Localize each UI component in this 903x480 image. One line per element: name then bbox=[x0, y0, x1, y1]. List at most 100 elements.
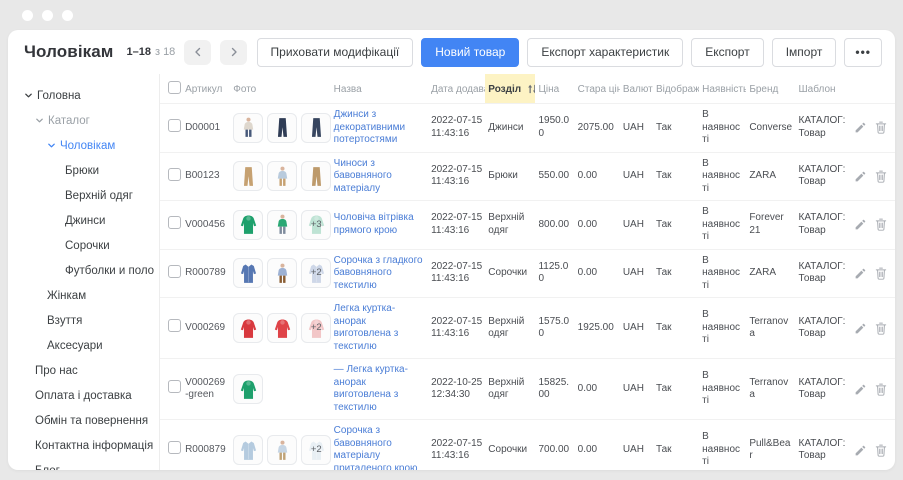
sidebar-item-label: Каталог bbox=[48, 115, 90, 127]
sidebar-item-жінкам[interactable]: Жінкам bbox=[8, 283, 159, 308]
sidebar-item-про-нас[interactable]: Про нас bbox=[8, 358, 159, 383]
column-header-Фото[interactable]: Фото bbox=[230, 74, 330, 104]
pagination-total: з 18 bbox=[155, 46, 175, 58]
sidebar-item-аксесуари[interactable]: Аксесуари bbox=[8, 333, 159, 358]
product-photo[interactable] bbox=[233, 258, 263, 288]
sidebar-item-головна[interactable]: Головна bbox=[8, 83, 159, 108]
hide-modifications-button[interactable]: Приховати модифікації bbox=[257, 38, 414, 67]
product-photo[interactable] bbox=[233, 210, 263, 240]
product-photo[interactable] bbox=[267, 161, 297, 191]
row-checkbox[interactable] bbox=[168, 380, 181, 393]
row-checkbox[interactable] bbox=[168, 216, 181, 229]
product-photo[interactable] bbox=[233, 435, 263, 465]
product-photo[interactable] bbox=[233, 374, 263, 404]
sidebar-item-верхній-одяг[interactable]: Верхній одяг bbox=[8, 183, 159, 208]
sidebar-item-джинси[interactable]: Джинси bbox=[8, 208, 159, 233]
trash-icon bbox=[875, 121, 887, 134]
product-name-link[interactable]: Сорочка з бавовняного матеріалу притален… bbox=[334, 425, 425, 470]
product-name-link[interactable]: — Легка куртка-анорак виготовлена з текс… bbox=[334, 364, 425, 414]
next-page-button[interactable] bbox=[220, 40, 247, 65]
sidebar-item-блог[interactable]: Блог bbox=[8, 458, 159, 470]
trash-icon bbox=[875, 383, 887, 396]
edit-button[interactable] bbox=[854, 218, 867, 231]
sidebar-item-сорочки[interactable]: Сорочки bbox=[8, 233, 159, 258]
product-photo[interactable] bbox=[233, 161, 263, 191]
sidebar-item-label: Верхній одяг bbox=[65, 190, 133, 202]
sidebar-item-обмін-та-повернення[interactable]: Обмін та повернення bbox=[8, 408, 159, 433]
export-button[interactable]: Експорт bbox=[691, 38, 763, 67]
column-header-Валюта[interactable]: Валюта bbox=[620, 74, 653, 104]
column-header-Стара ціна[interactable]: Стара ціна bbox=[575, 74, 620, 104]
product-photo[interactable] bbox=[267, 258, 297, 288]
product-name-link[interactable]: Чиноси з бавовняного матеріалу bbox=[334, 158, 425, 196]
sidebar-item-брюки[interactable]: Брюки bbox=[8, 158, 159, 183]
select-all-checkbox[interactable] bbox=[168, 81, 181, 94]
sidebar-item-чоловікам[interactable]: Чоловікам bbox=[8, 133, 159, 158]
product-name-link[interactable]: Сорочка з гладкого бавовняного текстилю bbox=[334, 255, 425, 293]
column-header-Розділ[interactable]: Розділ bbox=[485, 74, 535, 104]
cell-currency: UAH bbox=[620, 104, 653, 153]
product-photo[interactable] bbox=[267, 113, 297, 143]
sort-icon[interactable] bbox=[527, 84, 535, 94]
column-header-Ціна[interactable]: Ціна bbox=[535, 74, 574, 104]
product-photo[interactable] bbox=[233, 313, 263, 343]
sidebar-item-label: Обмін та повернення bbox=[35, 415, 148, 427]
row-checkbox[interactable] bbox=[168, 265, 181, 278]
delete-button[interactable] bbox=[875, 267, 887, 280]
column-header-Шаблон[interactable]: Шаблон bbox=[796, 74, 856, 104]
product-photo[interactable] bbox=[301, 113, 331, 143]
cell-photos bbox=[230, 104, 330, 153]
actions-header[interactable] bbox=[856, 74, 895, 104]
prev-page-button[interactable] bbox=[184, 40, 211, 65]
delete-button[interactable] bbox=[875, 121, 887, 134]
sidebar-item-футболки-и-поло[interactable]: Футболки и поло bbox=[8, 258, 159, 283]
product-photo[interactable] bbox=[233, 113, 263, 143]
trash-icon bbox=[875, 170, 887, 183]
product-name-link[interactable]: Легка куртка-анорак виготовлена з тексти… bbox=[334, 303, 425, 353]
more-photos-badge[interactable]: +3 bbox=[301, 210, 331, 240]
sidebar-item-label: Про нас bbox=[35, 365, 78, 377]
row-checkbox[interactable] bbox=[168, 441, 181, 454]
column-header-Артикул[interactable]: Артикул bbox=[182, 74, 230, 104]
delete-button[interactable] bbox=[875, 322, 887, 335]
product-photo[interactable] bbox=[267, 313, 297, 343]
product-name-link[interactable]: Джинси з декоративними потертостями bbox=[334, 109, 425, 147]
delete-button[interactable] bbox=[875, 383, 887, 396]
column-header-Назва[interactable]: Назва bbox=[331, 74, 428, 104]
edit-button[interactable] bbox=[854, 121, 867, 134]
edit-button[interactable] bbox=[854, 322, 867, 335]
import-button[interactable]: Імпорт bbox=[772, 38, 837, 67]
product-photo[interactable] bbox=[267, 210, 297, 240]
row-checkbox[interactable] bbox=[168, 319, 181, 332]
delete-button[interactable] bbox=[875, 170, 887, 183]
cell-actions bbox=[856, 104, 895, 153]
edit-button[interactable] bbox=[854, 383, 867, 396]
edit-button[interactable] bbox=[854, 444, 867, 457]
more-photos-badge[interactable]: +2 bbox=[301, 313, 331, 343]
column-header-Наявність[interactable]: Наявність bbox=[699, 74, 746, 104]
edit-button[interactable] bbox=[854, 170, 867, 183]
cell-article: B00123 bbox=[182, 152, 230, 201]
sidebar-item-оплата-і-доставка[interactable]: Оплата і доставка bbox=[8, 383, 159, 408]
column-header-Відображати[interactable]: Відображати bbox=[653, 74, 699, 104]
sidebar-item-контактна-інформація[interactable]: Контактна інформація bbox=[8, 433, 159, 458]
edit-button[interactable] bbox=[854, 267, 867, 280]
more-actions-button[interactable]: ••• bbox=[844, 38, 882, 67]
row-checkbox[interactable] bbox=[168, 119, 181, 132]
sidebar-item-каталог[interactable]: Каталог bbox=[8, 108, 159, 133]
delete-button[interactable] bbox=[875, 444, 887, 457]
delete-button[interactable] bbox=[875, 218, 887, 231]
sidebar-item-label: Блог bbox=[35, 465, 60, 471]
new-product-button[interactable]: Новий товар bbox=[421, 38, 519, 67]
product-photo[interactable] bbox=[301, 161, 331, 191]
product-photo[interactable] bbox=[267, 435, 297, 465]
more-photos-badge[interactable]: +2 bbox=[301, 258, 331, 288]
export-characteristics-button[interactable]: Експорт характеристик bbox=[527, 38, 683, 67]
column-header-Бренд[interactable]: Бренд bbox=[746, 74, 795, 104]
product-name-link[interactable]: Чоловіча вітрівка прямого крою bbox=[334, 212, 425, 237]
sidebar-item-взуття[interactable]: Взуття bbox=[8, 308, 159, 333]
column-header-Дата додавання[interactable]: Дата додавання bbox=[428, 74, 485, 104]
more-photos-badge[interactable]: +2 bbox=[301, 435, 331, 465]
select-all-header[interactable] bbox=[160, 74, 182, 104]
row-checkbox[interactable] bbox=[168, 168, 181, 181]
